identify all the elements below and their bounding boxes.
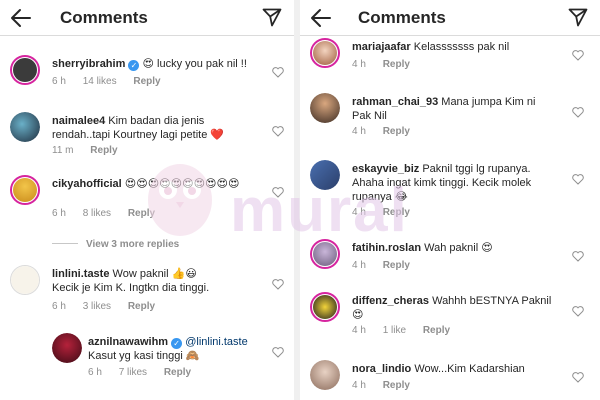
reply-button[interactable]: Reply xyxy=(164,367,191,378)
comment-username[interactable]: fatihin.roslan xyxy=(352,242,421,254)
comment-time: 4 h xyxy=(352,126,366,137)
like-heart-icon[interactable] xyxy=(272,187,284,198)
comment-text: Wah paknil xyxy=(424,242,479,254)
comment-text: lucky you pak nil !! xyxy=(153,58,247,70)
like-heart-icon[interactable] xyxy=(272,67,284,78)
comment-username[interactable]: diffenz_cheras xyxy=(352,295,429,307)
comment-username[interactable]: aznilnawawihm xyxy=(88,336,168,348)
avatar[interactable] xyxy=(10,175,40,205)
comment-username[interactable]: naimalee4 xyxy=(52,115,105,127)
reply-button[interactable]: Reply xyxy=(90,145,117,156)
comment-text: Kelasssssss pak nil xyxy=(413,41,510,53)
reply-button[interactable]: Reply xyxy=(383,260,410,271)
comment-likes[interactable]: 7 likes xyxy=(119,367,147,378)
verified-badge-icon: ✓ xyxy=(171,338,183,349)
comment-time: 6 h xyxy=(52,301,66,312)
comments-header: Comments xyxy=(300,0,600,36)
comment-emoji: 😍 xyxy=(142,57,154,70)
comment-text-line2: Kecik je Kim K. Ingtkn dia tinggi. xyxy=(52,282,210,294)
like-heart-icon[interactable] xyxy=(572,174,584,185)
avatar[interactable] xyxy=(10,265,40,295)
comment-emoji: ❤️ xyxy=(210,128,225,141)
mention-link[interactable]: @linlini.taste xyxy=(185,336,248,348)
view-more-replies-button[interactable]: View 3 more replies xyxy=(52,239,179,250)
comment-username[interactable]: sherryibrahim xyxy=(52,58,125,70)
comment-username[interactable]: eskayvie_biz xyxy=(352,163,419,175)
avatar[interactable] xyxy=(52,333,82,363)
comment-username[interactable]: cikyahofficial xyxy=(52,178,122,190)
comment-text: Wahhh bESTNYA Paknil xyxy=(432,295,552,307)
reply-button[interactable]: Reply xyxy=(383,59,410,70)
comment-emoji: 👍😃 xyxy=(171,267,197,280)
like-heart-icon[interactable] xyxy=(572,50,584,61)
reply-button[interactable]: Reply xyxy=(383,380,410,391)
reply-button[interactable]: Reply xyxy=(133,76,160,87)
reply-button[interactable]: Reply xyxy=(383,126,410,137)
comment-emoji: 😍😍😍😍😍😍😍😍😍😍 xyxy=(124,177,240,190)
like-heart-icon[interactable] xyxy=(272,126,284,137)
comment-time: 4 h xyxy=(352,325,366,336)
comment-text: Wow...Kim Kadarshian xyxy=(414,363,525,375)
avatar[interactable] xyxy=(310,38,340,68)
avatar[interactable] xyxy=(310,93,340,123)
reply-button[interactable]: Reply xyxy=(128,208,155,219)
comment-emoji: 😍 xyxy=(481,241,493,254)
send-icon[interactable] xyxy=(568,7,588,27)
page-title: Comments xyxy=(358,8,446,27)
like-heart-icon[interactable] xyxy=(572,306,584,317)
comment-likes[interactable]: 3 likes xyxy=(83,301,111,312)
reply-button[interactable]: Reply xyxy=(128,301,155,312)
like-heart-icon[interactable] xyxy=(572,251,584,262)
view-more-label: View 3 more replies xyxy=(86,239,180,250)
comment-time: 4 h xyxy=(352,59,366,70)
comment-time: 6 h xyxy=(52,76,66,87)
back-arrow-icon[interactable] xyxy=(310,8,332,28)
comment-emoji: 😂 xyxy=(394,190,408,203)
comment-likes[interactable]: 1 like xyxy=(383,325,406,336)
avatar[interactable] xyxy=(310,160,340,190)
avatar[interactable] xyxy=(10,112,40,142)
divider-line xyxy=(52,243,78,244)
page-title: Comments xyxy=(60,8,148,27)
comment-text: Wow paknil xyxy=(112,268,169,280)
comment-text: Kasut yg kasi tinggi xyxy=(88,350,183,362)
comment-time: 4 h xyxy=(352,380,366,391)
comment-username[interactable]: rahman_chai_93 xyxy=(352,96,438,108)
verified-badge-icon: ✓ xyxy=(128,60,140,71)
comments-header: Comments xyxy=(0,0,294,36)
comment-time: 4 h xyxy=(352,207,366,218)
comment-time: 11 m xyxy=(52,145,74,156)
avatar[interactable] xyxy=(310,360,340,390)
like-heart-icon[interactable] xyxy=(272,347,284,358)
comment-time: 6 h xyxy=(52,208,66,219)
back-arrow-icon[interactable] xyxy=(10,8,32,28)
avatar[interactable] xyxy=(10,55,40,85)
comments-panel-left: Comments sherryibrahim ✓ 😍 lucky you pak… xyxy=(0,0,294,400)
comment-likes[interactable]: 14 likes xyxy=(83,76,117,87)
reply-button[interactable]: Reply xyxy=(383,207,410,218)
like-heart-icon[interactable] xyxy=(572,107,584,118)
reply-button[interactable]: Reply xyxy=(423,325,450,336)
send-icon[interactable] xyxy=(262,7,282,27)
comment-username[interactable]: nora_lindio xyxy=(352,363,411,375)
like-heart-icon[interactable] xyxy=(572,372,584,383)
avatar[interactable] xyxy=(310,292,340,322)
comment-likes[interactable]: 8 likes xyxy=(83,208,111,219)
comment-username[interactable]: linlini.taste xyxy=(52,268,109,280)
comment-username[interactable]: mariajaafar xyxy=(352,41,411,53)
comment-emoji: 😍 xyxy=(352,308,364,321)
comments-panel-right: Comments mariajaafar Kelasssssss pak nil… xyxy=(300,0,600,400)
comment-emoji: 🙈 xyxy=(185,349,200,362)
comment-time: 4 h xyxy=(352,260,366,271)
avatar[interactable] xyxy=(310,239,340,269)
like-heart-icon[interactable] xyxy=(272,279,284,290)
comment-time: 6 h xyxy=(88,367,102,378)
